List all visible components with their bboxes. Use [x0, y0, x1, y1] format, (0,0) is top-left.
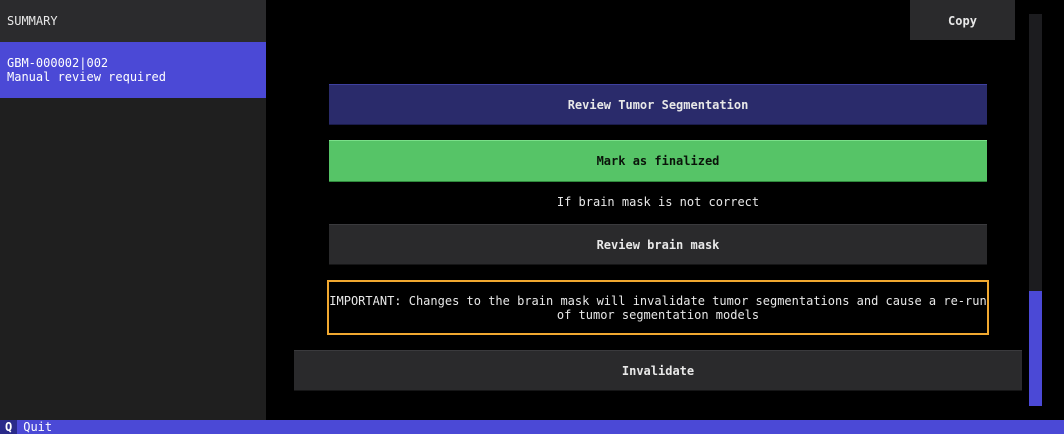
review-brain-mask-button[interactable]: Review brain mask	[329, 224, 987, 265]
case-id: GBM-000002|002	[7, 56, 109, 70]
review-tumor-segmentation-button[interactable]: Review Tumor Segmentation	[329, 84, 987, 125]
sidebar-item-case[interactable]: GBM-000002|002 Manual review required	[0, 42, 266, 98]
brain-mask-hint: If brain mask is not correct	[556, 195, 760, 209]
quit-label[interactable]: Quit	[17, 420, 52, 434]
copy-button[interactable]: Copy	[910, 0, 1015, 40]
warning-notice: IMPORTANT: Changes to the brain mask wil…	[327, 280, 989, 335]
case-status: Manual review required	[7, 70, 166, 84]
mark-as-finalized-button[interactable]: Mark as finalized	[329, 140, 987, 182]
invalidate-button[interactable]: Invalidate	[294, 350, 1022, 391]
sidebar-header: SUMMARY	[0, 0, 266, 42]
scrollbar-thumb[interactable]	[1029, 291, 1042, 406]
footer-bar: Q Quit	[0, 420, 1064, 434]
quit-key[interactable]: Q	[0, 420, 18, 434]
scrollbar[interactable]	[1029, 14, 1042, 406]
sidebar: SUMMARY GBM-000002|002 Manual review req…	[0, 0, 266, 420]
main-panel: Copy Review Tumor Segmentation Mark as f…	[266, 0, 1064, 420]
